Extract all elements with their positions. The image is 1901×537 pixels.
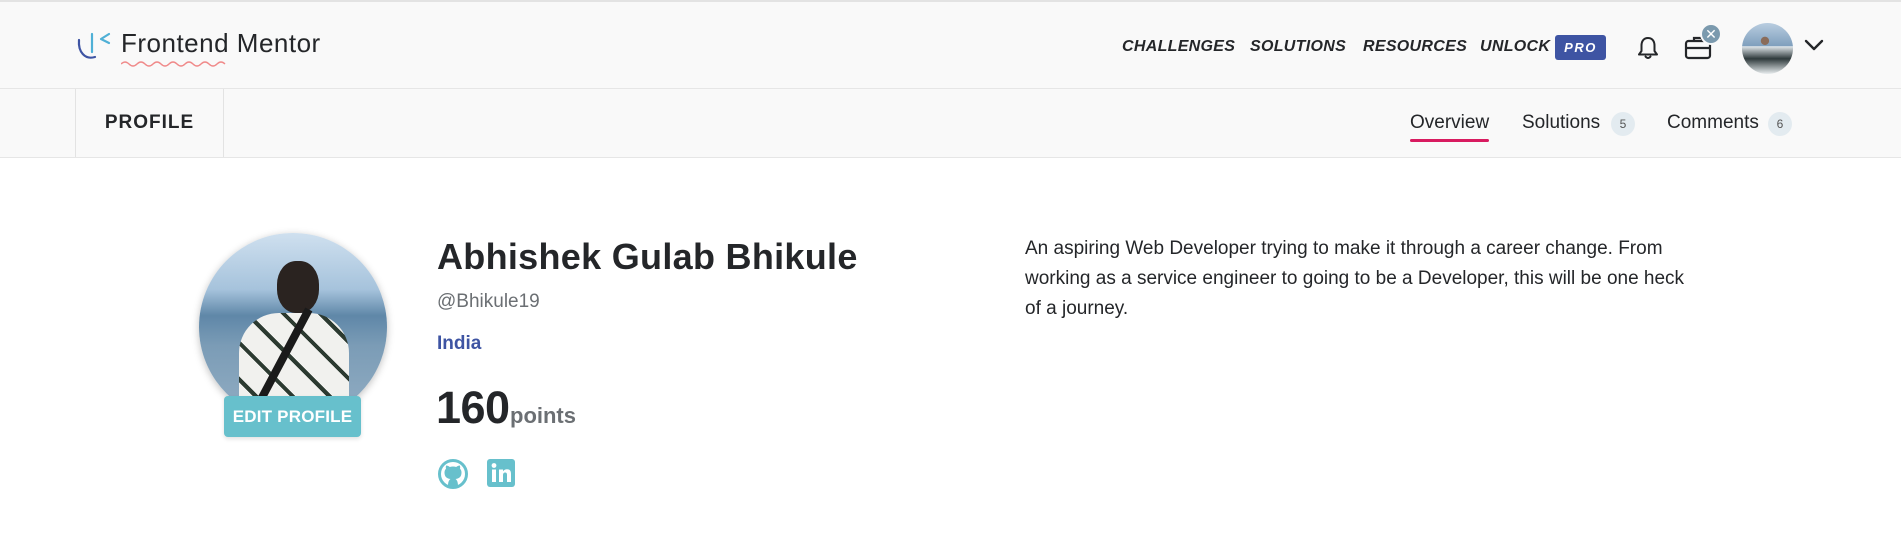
logo-squiggle-decoration: [121, 61, 226, 67]
nav-resources[interactable]: RESOURCES: [1363, 38, 1467, 56]
nav-challenges[interactable]: CHALLENGES: [1122, 38, 1235, 56]
tab-comments[interactable]: Comments: [1667, 112, 1759, 134]
profile-bio: An aspiring Web Developer trying to make…: [1025, 238, 1685, 319]
bell-icon[interactable]: [1636, 35, 1660, 61]
logo-icon: [77, 32, 111, 59]
tab-overview[interactable]: Overview: [1410, 112, 1490, 142]
chevron-down-icon[interactable]: [1803, 38, 1825, 52]
user-avatar[interactable]: [1742, 23, 1793, 74]
top-navbar: Frontend Mentor CHALLENGES SOLUTIONS RES…: [0, 0, 1901, 89]
nav-unlock-pro[interactable]: UNLOCK: [1480, 38, 1550, 56]
points-value: 160: [436, 382, 510, 433]
profile-handle: @Bhikule19: [437, 291, 540, 312]
profile-country: India: [437, 333, 482, 354]
comments-count-badge: 6: [1768, 112, 1792, 136]
logo-text: Frontend Mentor: [121, 28, 321, 58]
points-label: points: [510, 403, 576, 428]
edit-profile-button[interactable]: EDIT PROFILE: [224, 396, 361, 437]
tab-solutions[interactable]: Solutions: [1522, 112, 1600, 134]
solutions-count-badge: 5: [1611, 112, 1635, 136]
github-icon: [438, 459, 468, 489]
close-icon[interactable]: ✕: [1700, 23, 1722, 45]
profile-photo: [199, 233, 387, 421]
logo-link[interactable]: Frontend Mentor: [75, 26, 321, 67]
linkedin-icon: [487, 459, 515, 487]
pro-badge[interactable]: PRO: [1555, 35, 1606, 60]
profile-subnav: PROFILE Overview Solutions 5 Comments 6: [0, 89, 1901, 158]
section-title: PROFILE: [75, 89, 224, 157]
profile-name: Abhishek Gulab Bhikule: [437, 236, 858, 277]
nav-solutions[interactable]: SOLUTIONS: [1250, 38, 1346, 56]
